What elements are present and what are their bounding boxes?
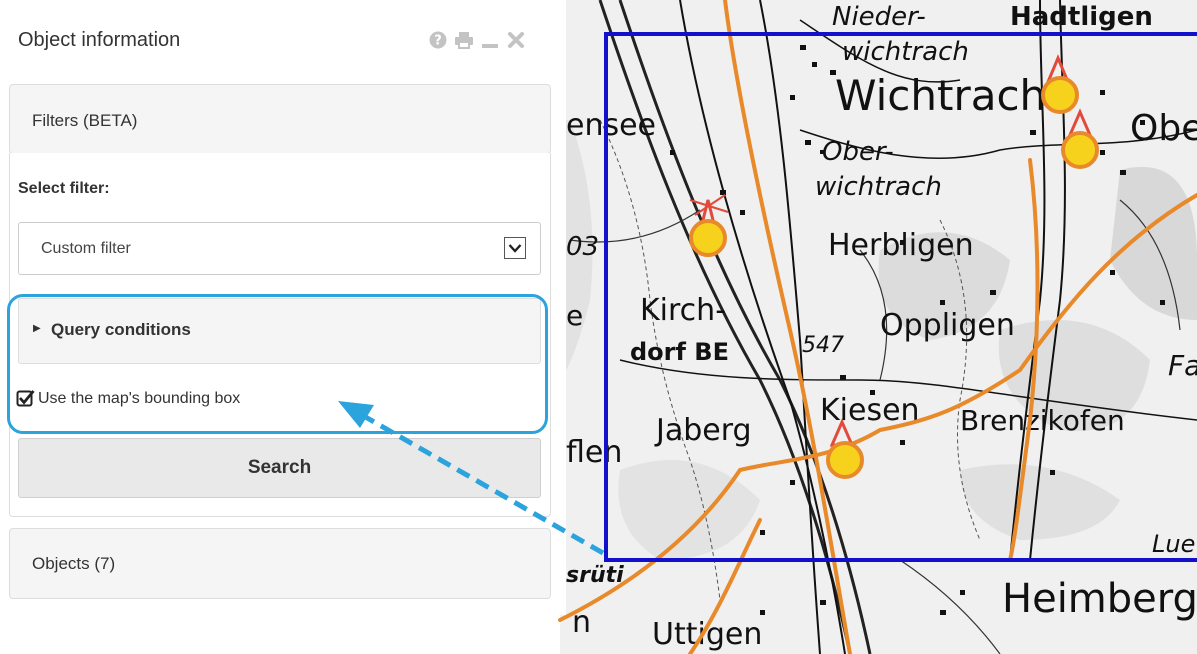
object-information-panel: Object information ? Filters (BETA) Sele… [0,0,566,615]
minimize-icon[interactable] [480,29,500,51]
svg-text:?: ? [434,34,442,49]
label-wichtrach: Wichtrach [835,71,1046,120]
panel-header-icons: ? [428,26,526,54]
filters-title: Filters (BETA) [32,111,138,130]
label-kirch-b: dorf BE [630,338,729,366]
panel-header: Object information ? [0,0,566,75]
print-icon[interactable] [454,29,474,51]
label-oppligen: Oppligen [880,308,1015,343]
label-fa: Fa [1168,349,1197,382]
objects-section-header[interactable]: Objects (7) [9,528,551,599]
caret-right-icon: ▶ [33,323,41,334]
objects-title: Objects (7) [32,554,116,573]
filter-select[interactable]: Custom filter [18,222,541,275]
help-icon[interactable]: ? [428,29,448,51]
label-uttigen: Uttigen [652,617,762,652]
label-sruti: srüti [566,563,624,588]
label-niederwichtrach-b: wichtrach [842,37,969,67]
label-brenzikofen: Brenzikofen [960,404,1125,437]
panel-title: Object information [18,29,181,51]
bounding-box-option[interactable]: Use the map's bounding box [16,389,240,408]
label-ober-right: Obe [1130,108,1197,149]
label-ober-a: Ober- [822,137,894,167]
label-hadtligen: Hadtligen [1010,2,1153,32]
label-kirch-a: Kirch- [640,293,726,328]
filter-select-value: Custom filter [41,240,131,257]
bounding-box-label: Use the map's bounding box [38,389,241,407]
label-jaberg: Jaberg [654,413,752,448]
label-niederwichtrach-a: Nieder- [832,2,926,32]
select-filter-label: Select filter: [18,180,110,197]
close-icon[interactable] [506,29,526,51]
label-flen: flen [566,435,622,470]
label-lue: Lue [1152,530,1195,558]
label-herbligen: Herbligen [828,228,974,263]
query-conditions-label: Query conditions [51,320,191,339]
query-conditions-toggle[interactable]: ▶ Query conditions [18,298,541,364]
label-ober-b: wichtrach [815,172,942,202]
label-heimberg: Heimberg [1002,576,1197,622]
search-button[interactable]: Search [18,438,541,498]
filters-section-header[interactable]: Filters (BETA) [9,84,551,154]
bounding-box-checkbox[interactable] [16,389,35,408]
label-547: 547 [802,333,844,358]
label-e: e [566,299,583,332]
label-ensee: ensee [566,108,656,143]
label-03: 03 [566,232,599,262]
chevron-down-icon[interactable] [504,237,526,259]
